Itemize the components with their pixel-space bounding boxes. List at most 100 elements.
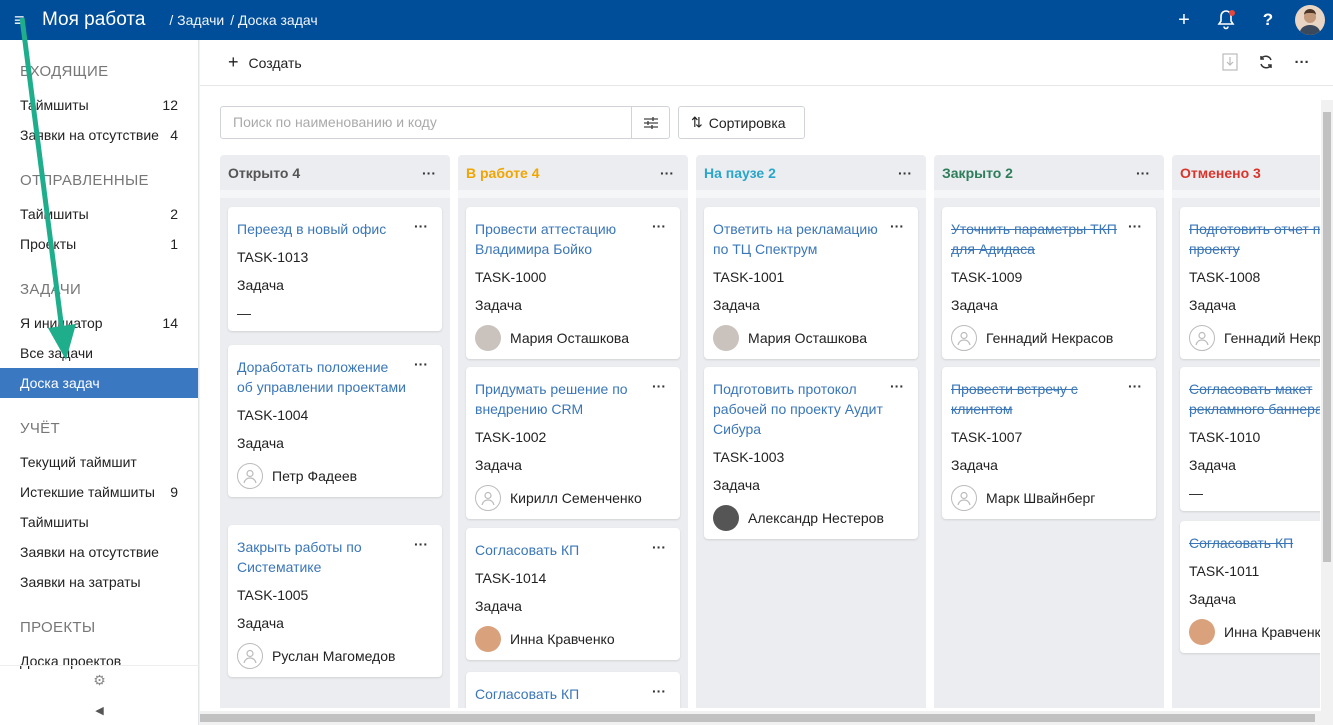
task-type: Задача: [237, 435, 284, 451]
sidebar-item-count: 1: [170, 236, 178, 252]
sidebar-item[interactable]: Я инициатор 14: [0, 308, 198, 338]
sidebar-item[interactable]: Таймшиты 2: [0, 199, 198, 229]
column-header: Закрыто 2 ···: [934, 155, 1164, 198]
task-title[interactable]: Ответить на рекламацию по ТЦ Спектрум: [713, 219, 883, 259]
column-menu-icon[interactable]: ···: [1136, 165, 1150, 181]
task-title[interactable]: Подготовить отчет по проекту: [1189, 219, 1320, 259]
task-title[interactable]: Подготовить протокол рабочей по проекту …: [713, 379, 883, 439]
card-menu-icon[interactable]: ···: [414, 219, 428, 233]
card-menu-icon[interactable]: ···: [414, 357, 428, 371]
collapse-sidebar-icon[interactable]: ◀: [0, 695, 199, 725]
gear-icon[interactable]: ⚙: [0, 665, 199, 695]
column-menu-icon[interactable]: ···: [422, 165, 436, 181]
sidebar-item[interactable]: Таймшиты 12: [0, 90, 198, 120]
task-card[interactable]: Подготовить отчет по проекту···TASK-1008…: [1180, 207, 1320, 359]
task-title[interactable]: Переезд в новый офис: [237, 219, 407, 239]
board-column: Отменено 3··· Подготовить отчет по проект…: [1172, 155, 1320, 708]
task-title[interactable]: Провести аттестацию Владимира Бойко: [475, 219, 645, 259]
task-card[interactable]: Закрыть работы по Систематике ··· TASK-100…: [228, 525, 442, 677]
sidebar-item[interactable]: Заявки на отсутствие 4: [0, 120, 198, 150]
column-menu-icon[interactable]: ···: [660, 165, 674, 181]
task-assignee-row: Мария Осташкова: [475, 323, 671, 353]
card-menu-icon[interactable]: ···: [652, 219, 666, 233]
card-menu-icon[interactable]: ···: [890, 219, 904, 233]
search-input[interactable]: Поиск по наименованию и коду: [221, 107, 631, 138]
sidebar-item[interactable]: Текущий таймшит: [0, 447, 198, 477]
task-card[interactable]: Провести аттестацию Владимира Бойко ··· TA…: [466, 207, 680, 359]
card-menu-icon[interactable]: ···: [414, 537, 428, 551]
vertical-scrollbar[interactable]: [1321, 100, 1333, 725]
task-title[interactable]: Согласовать КП: [475, 540, 645, 560]
user-avatar-icon: [475, 626, 501, 652]
user-avatar-icon: [951, 325, 977, 351]
task-title[interactable]: Провести встречу с клиентом: [951, 379, 1121, 419]
download-icon[interactable]: [1219, 48, 1241, 76]
scrollbar-thumb[interactable]: [200, 714, 1315, 722]
task-title[interactable]: Согласовать КП: [1189, 533, 1320, 553]
avatar[interactable]: [1295, 5, 1325, 35]
task-assignee: Геннадий Некрасов: [986, 330, 1114, 346]
sidebar-item-label: Доска задач: [20, 375, 100, 391]
help-icon[interactable]: ?: [1247, 0, 1289, 40]
task-assignee: Мария Осташкова: [748, 330, 867, 346]
task-card[interactable]: Переезд в новый офис ··· TASK-1013 Задача —: [228, 207, 442, 331]
search-field[interactable]: Поиск по наименованию и коду: [220, 106, 670, 139]
task-assignee: Кирилл Семенченко: [510, 490, 642, 506]
create-button[interactable]: Создать: [249, 55, 302, 71]
task-card[interactable]: Согласовать КП···TASK-1011ЗадачаИнна Кра…: [1180, 521, 1320, 653]
scrollbar-thumb[interactable]: [1323, 112, 1331, 562]
breadcrumb-tasks[interactable]: / Задачи: [169, 12, 224, 28]
task-title[interactable]: Придумать решение по внедрению CRM: [475, 379, 645, 419]
task-title[interactable]: Согласовать КП: [475, 684, 645, 704]
plus-icon[interactable]: +: [228, 52, 239, 73]
plus-icon[interactable]: +: [1163, 0, 1205, 40]
sidebar-item-label: Таймшиты: [20, 514, 89, 530]
task-card[interactable]: Согласовать КП ···: [466, 672, 680, 708]
more-icon[interactable]: ···: [1291, 48, 1313, 76]
card-menu-icon[interactable]: ···: [652, 540, 666, 554]
column-menu-icon[interactable]: ···: [898, 165, 912, 181]
bell-icon[interactable]: [1205, 0, 1247, 40]
task-assignee: Инна Кравченко: [1224, 624, 1320, 640]
sort-button[interactable]: ⇅ Сортировка: [678, 106, 805, 139]
sidebar-item[interactable]: Заявки на затраты: [0, 567, 198, 597]
task-type: Задача: [951, 457, 998, 473]
sidebar-item[interactable]: Доска задач: [0, 368, 198, 398]
card-menu-icon[interactable]: ···: [1128, 219, 1142, 233]
card-menu-icon[interactable]: ···: [890, 379, 904, 393]
sidebar-item[interactable]: Заявки на отсутствие: [0, 537, 198, 567]
task-card[interactable]: Придумать решение по внедрению CRM ··· TAS…: [466, 367, 680, 519]
task-card[interactable]: Ответить на рекламацию по ТЦ Спектрум ···…: [704, 207, 918, 359]
task-card[interactable]: Согласовать КП ··· TASK-1014 Задача Инна Кра…: [466, 528, 680, 660]
user-avatar-icon: [713, 325, 739, 351]
card-menu-icon[interactable]: ···: [652, 379, 666, 393]
task-card[interactable]: Доработать положение об управлении проек…: [228, 345, 442, 497]
task-title[interactable]: Согласовать макет рекламного баннера: [1189, 379, 1320, 419]
task-card[interactable]: Согласовать макет рекламного баннера···T…: [1180, 367, 1320, 511]
refresh-icon[interactable]: [1255, 48, 1277, 76]
sidebar-item[interactable]: Все задачи: [0, 338, 198, 368]
user-avatar-icon: [237, 643, 263, 669]
sidebar-item-label: Все задачи: [20, 345, 93, 361]
sidebar-item[interactable]: Таймшиты: [0, 507, 198, 537]
task-card[interactable]: Подготовить протокол рабочей по проекту …: [704, 367, 918, 539]
toolbar: + Создать ···: [200, 40, 1333, 86]
filter-icon[interactable]: [631, 107, 669, 138]
horizontal-scrollbar[interactable]: [200, 711, 1321, 725]
task-title[interactable]: Закрыть работы по Систематике: [237, 537, 407, 577]
menu-icon[interactable]: ≡: [14, 10, 34, 31]
board-column: В работе 4 ··· Провести аттестацию Владими…: [458, 155, 688, 708]
task-card[interactable]: Уточнить параметры ТКП для Адидаса ··· TAS…: [942, 207, 1156, 359]
task-title[interactable]: Доработать положение об управлении проек…: [237, 357, 407, 397]
task-title[interactable]: Уточнить параметры ТКП для Адидаса: [951, 219, 1121, 259]
card-menu-icon[interactable]: ···: [652, 684, 666, 698]
user-avatar-icon: [713, 505, 739, 531]
sidebar-item[interactable]: Проекты 1: [0, 229, 198, 259]
column-title: В работе 4: [466, 164, 540, 181]
task-code: TASK-1001: [713, 269, 785, 285]
sidebar-section-title: ВХОДЯЩИЕ: [20, 63, 109, 80]
sidebar-item[interactable]: Истекшие таймшиты 9: [0, 477, 198, 507]
notification-dot: [1229, 10, 1235, 16]
card-menu-icon[interactable]: ···: [1128, 379, 1142, 393]
task-card[interactable]: Провести встречу с клиентом ··· TASK-1007 З…: [942, 367, 1156, 519]
